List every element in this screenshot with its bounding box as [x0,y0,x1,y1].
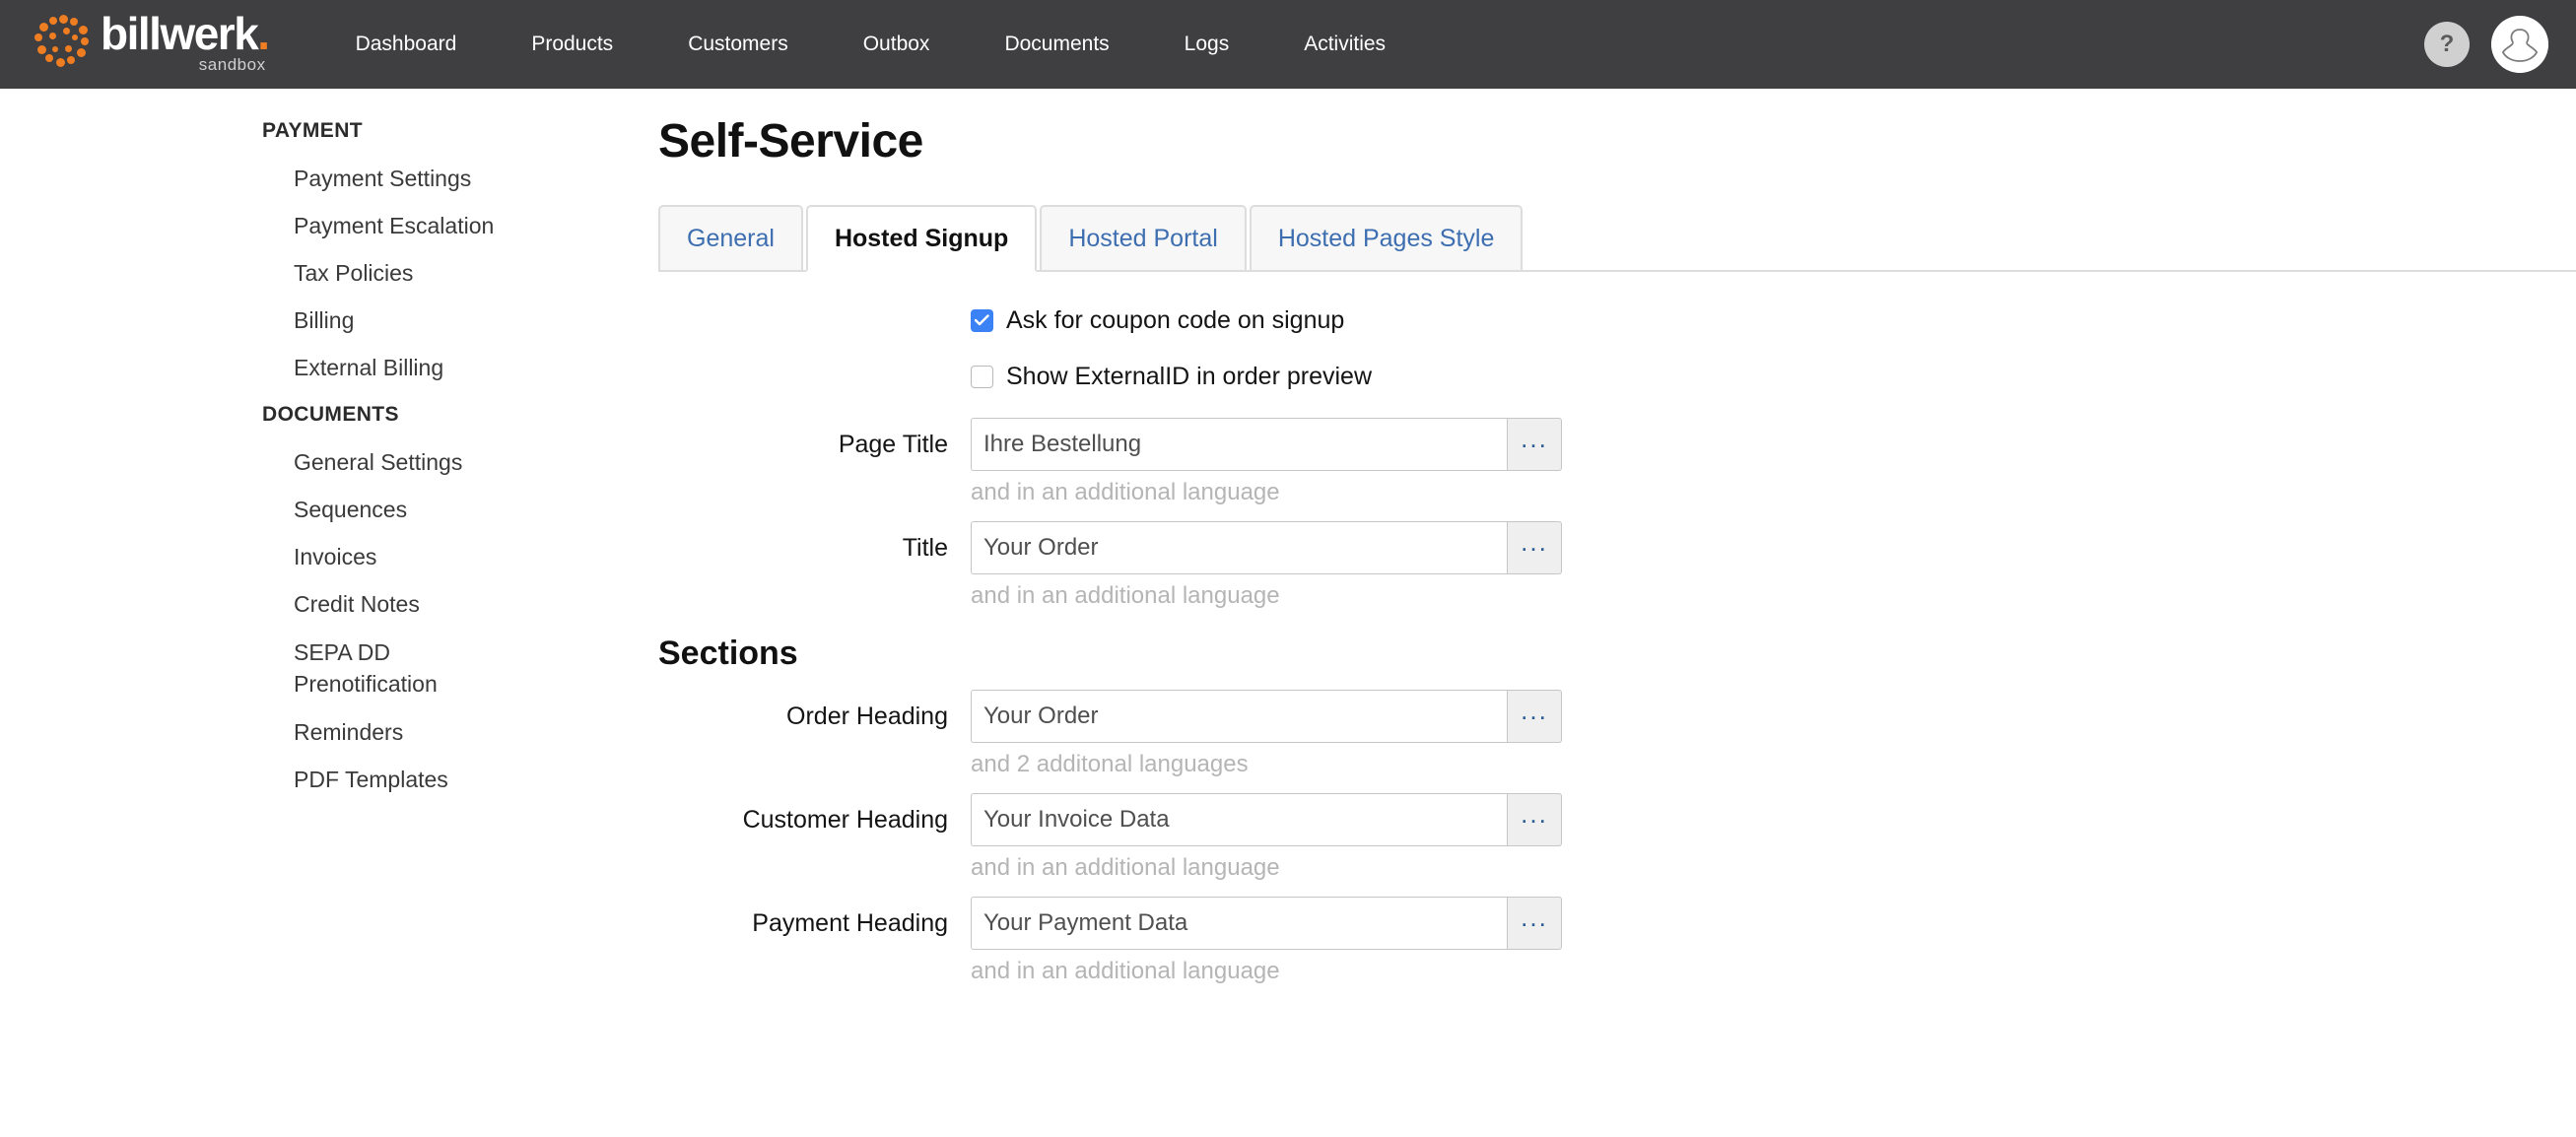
helper-text-customer-heading: and in an additional language [971,854,1280,881]
checkbox-label-show-externalid: Show ExternalID in order preview [1006,363,1372,390]
payment-heading-more-button[interactable]: ... [1507,897,1562,950]
helper-text-payment-heading: and in an additional language [971,958,1280,984]
sidebar-item-sepa-dd-prenotification[interactable]: SEPA DD Prenotification [0,636,631,700]
user-avatar-icon[interactable] [2491,16,2548,73]
customer-heading-more-button[interactable]: ... [1507,793,1562,846]
field-row-page-title: Page Title ... and in an additional lang… [631,418,2576,507]
input-group-order-heading: ... [971,690,1562,743]
top-right-actions: ? [2424,0,2548,89]
checkbox-show-externalid[interactable] [971,365,993,388]
checkbox-ask-coupon-code[interactable] [971,308,993,332]
sidebar-item-general-settings[interactable]: General Settings [0,447,631,477]
customer-heading-input[interactable] [971,793,1507,846]
page-title: Self-Service [658,115,923,167]
input-group-customer-heading: ... [971,793,1562,846]
sidebar-item-invoices[interactable]: Invoices [0,542,631,571]
field-row-order-heading: Order Heading ... and 2 additonal langua… [631,690,2576,779]
page-title-input[interactable] [971,418,1507,471]
nav-item-activities[interactable]: Activities [1266,0,1423,89]
title-more-button[interactable]: ... [1507,521,1562,574]
input-group-payment-heading: ... [971,897,1562,950]
page-title-more-button[interactable]: ... [1507,418,1562,471]
field-row-title: Title ... and in an additional language [631,521,2576,611]
nav-item-dashboard[interactable]: Dashboard [318,0,495,89]
settings-tabs: General Hosted Signup Hosted Portal Host… [658,193,2576,272]
order-heading-more-button[interactable]: ... [1507,690,1562,743]
tab-general[interactable]: General [658,205,803,272]
input-group-title: ... [971,521,1562,574]
field-label-order-heading: Order Heading [786,702,948,730]
sidebar-item-sequences[interactable]: Sequences [0,495,631,524]
checkbox-row-external-id: Show ExternalID in order preview [971,362,2576,391]
main-content: Self-Service General Hosted Signup Hoste… [631,89,2576,1137]
field-label-title: Title [902,534,948,562]
nav-item-outbox[interactable]: Outbox [826,0,968,89]
sidebar-item-billing[interactable]: Billing [0,305,631,335]
top-navigation-bar: billwerk. sandbox Dashboard Products Cus… [0,0,2576,89]
sidebar-item-external-billing[interactable]: External Billing [0,353,631,382]
checkbox-row-coupon-code: Ask for coupon code on signup [971,305,2576,335]
sidebar-group-title-payment: PAYMENT [262,119,363,142]
helper-text-page-title: and in an additional language [971,479,1280,505]
sidebar-item-payment-escalation[interactable]: Payment Escalation [0,211,631,240]
nav-item-documents[interactable]: Documents [967,0,1146,89]
order-heading-input[interactable] [971,690,1507,743]
brand-wordmark: billwerk. [101,8,270,59]
sidebar-group-title-documents: DOCUMENTS [262,403,399,426]
brand-environment-label: sandbox [198,55,266,74]
tab-hosted-portal[interactable]: Hosted Portal [1040,205,1247,272]
checkbox-label-ask-coupon-code: Ask for coupon code on signup [1006,306,1345,334]
tab-hosted-signup[interactable]: Hosted Signup [805,205,1038,272]
field-row-payment-heading: Payment Heading ... and in an additional… [631,897,2576,986]
nav-item-logs[interactable]: Logs [1147,0,1267,89]
sidebar-item-pdf-templates[interactable]: PDF Templates [0,765,631,794]
nav-item-customers[interactable]: Customers [650,0,826,89]
helper-text-order-heading: and 2 additonal languages [971,751,1249,777]
field-label-page-title: Page Title [838,431,948,458]
sidebar-item-payment-settings[interactable]: Payment Settings [0,164,631,193]
tab-hosted-pages-style[interactable]: Hosted Pages Style [1249,205,1524,272]
brand-dot: . [257,8,270,59]
sections-heading: Sections [658,635,798,672]
payment-heading-input[interactable] [971,897,1507,950]
input-group-page-title: ... [971,418,1562,471]
sidebar-item-credit-notes[interactable]: Credit Notes [0,589,631,619]
sidebar-item-tax-policies[interactable]: Tax Policies [0,258,631,288]
help-icon[interactable]: ? [2424,22,2470,67]
title-input[interactable] [971,521,1507,574]
field-label-payment-heading: Payment Heading [752,909,948,937]
settings-sidebar: PAYMENT Payment Settings Payment Escalat… [0,89,631,1137]
brand-logo[interactable]: billwerk. sandbox [34,0,270,89]
helper-text-title: and in an additional language [971,582,1280,609]
field-row-customer-heading: Customer Heading ... and in an additiona… [631,793,2576,883]
billwerk-dots-logo-icon [34,14,91,67]
hosted-signup-form: Ask for coupon code on signup Show Exter… [631,305,2576,986]
sidebar-item-reminders[interactable]: Reminders [0,717,631,747]
field-label-customer-heading: Customer Heading [742,806,948,834]
nav-item-products[interactable]: Products [494,0,650,89]
main-nav-items: Dashboard Products Customers Outbox Docu… [318,0,1423,89]
